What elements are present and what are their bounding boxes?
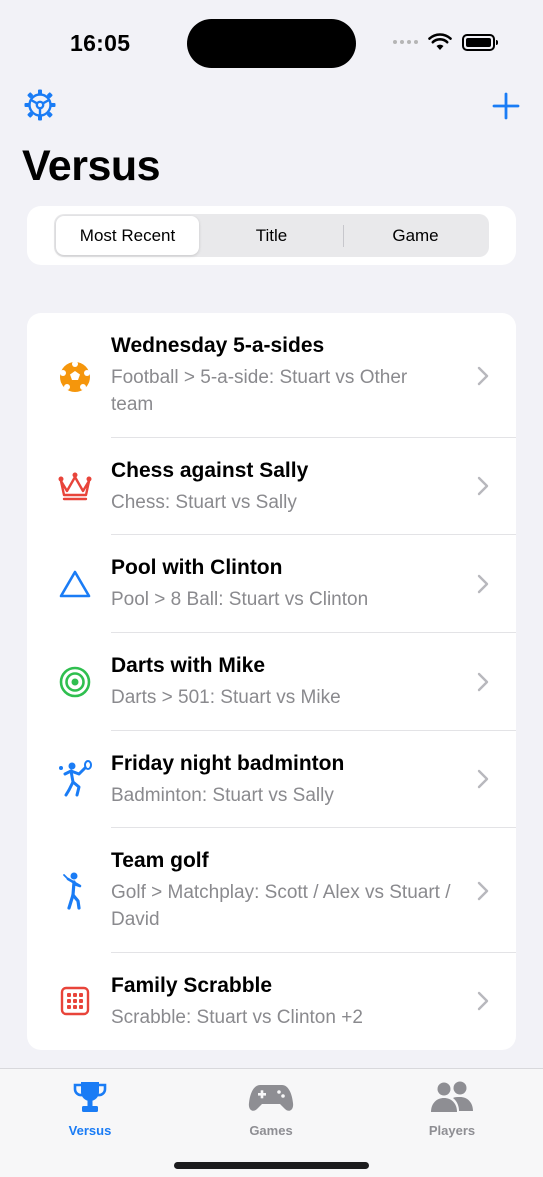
trophy-icon [73,1082,107,1112]
page-title: Versus [22,142,161,190]
battery-icon [462,33,498,51]
match-subtitle: Football > 5-a-side: Stuart vs Other tea… [111,367,408,415]
match-subtitle: Badminton: Stuart vs Sally [111,785,334,806]
soccer-ball-icon [56,358,94,396]
chevron-right-icon [477,476,489,496]
match-subtitle: Pool > 8 Ball: Stuart vs Clinton [111,589,369,610]
wifi-icon [428,33,452,50]
tab-label: Versus [68,1123,112,1138]
settings-button[interactable] [23,88,57,122]
match-title: Friday night badminton [111,752,345,775]
match-row[interactable]: Chess against Sally Chess: Stuart vs Sal… [27,438,516,535]
home-indicator [174,1162,369,1169]
match-title: Darts with Mike [111,654,266,677]
match-row[interactable]: Darts with Mike Darts > 501: Stuart vs M… [27,633,516,731]
chevron-right-icon [477,991,489,1011]
tab-label: Games [249,1123,293,1138]
target-icon [56,663,94,701]
tab-versus[interactable]: Versus [30,1075,150,1138]
chevron-right-icon [477,574,489,594]
tab-players[interactable]: Players [392,1075,512,1138]
tab-label: Players [428,1123,476,1138]
match-title: Family Scrabble [111,974,273,997]
people-icon [431,1081,473,1112]
status-bar: 16:05 [0,0,543,88]
match-subtitle: Golf > Matchplay: Scott / Alex vs Stuart… [111,882,451,930]
badminton-player-icon [56,760,94,798]
sort-title-segment[interactable]: Title [200,216,343,255]
dynamic-island [187,19,356,68]
sort-game-segment[interactable]: Game [344,216,487,255]
sort-most-recent-segment[interactable]: Most Recent [56,216,199,255]
match-row[interactable]: Team golf Golf > Matchplay: Scott / Alex… [27,828,516,953]
match-title: Pool with Clinton [111,556,283,579]
golfer-icon [56,872,94,910]
match-subtitle: Scrabble: Stuart vs Clinton +2 [111,1007,363,1028]
triangle-icon [56,565,94,603]
tab-games[interactable]: Games [211,1075,331,1138]
match-title: Wednesday 5-a-sides [111,334,325,357]
match-subtitle: Darts > 501: Stuart vs Mike [111,687,341,708]
sort-control-card: Most Recent Title Game [27,206,516,265]
match-row[interactable]: Wednesday 5-a-sides Football > 5-a-side:… [27,313,516,438]
match-row[interactable]: Pool with Clinton Pool > 8 Ball: Stuart … [27,535,516,633]
grid-tiles-icon [56,982,94,1020]
match-list: Wednesday 5-a-sides Football > 5-a-side:… [27,313,516,1050]
add-match-button[interactable] [490,90,522,122]
plus-icon [492,92,520,120]
match-row[interactable]: Family Scrabble Scrabble: Stuart vs Clin… [27,953,516,1050]
crown-icon [56,468,94,506]
match-title: Chess against Sally [111,459,309,482]
status-icons [393,33,498,51]
cellular-signal-icon [393,40,418,44]
match-title: Team golf [111,849,209,872]
chevron-right-icon [477,366,489,386]
status-time: 16:05 [70,30,131,56]
gamecontroller-icon [248,1085,294,1111]
chevron-right-icon [477,881,489,901]
tab-bar: Versus Games Players [0,1068,543,1177]
chevron-right-icon [477,672,489,692]
sort-segmented-control: Most Recent Title Game [54,214,489,257]
match-row[interactable]: Friday night badminton Badminton: Stuart… [27,731,516,828]
gear-icon [24,89,56,121]
chevron-right-icon [477,769,489,789]
match-subtitle: Chess: Stuart vs Sally [111,492,297,513]
